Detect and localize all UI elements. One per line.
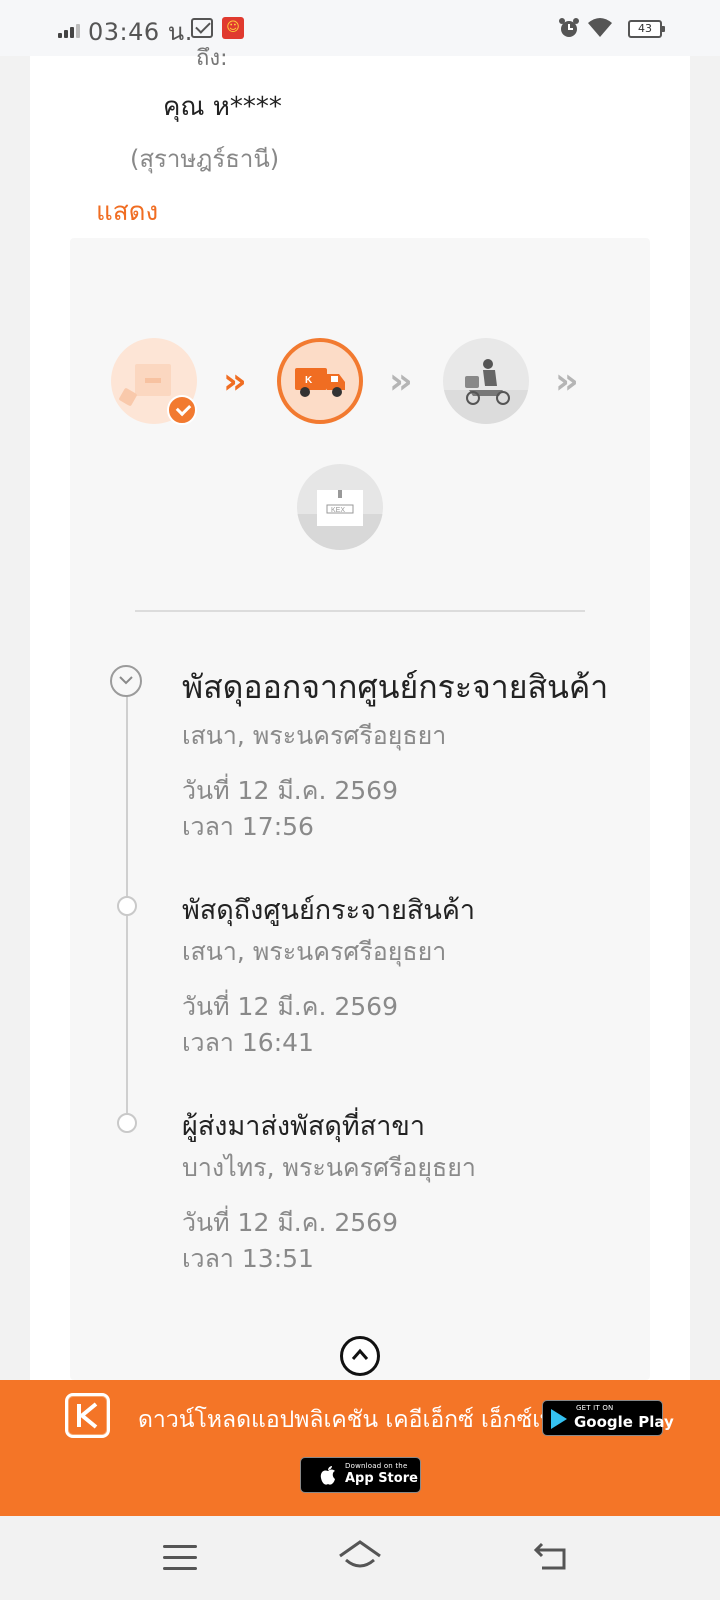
- status-time: 03:46 น.: [88, 18, 193, 46]
- chevron-right-icon: ››: [389, 361, 413, 402]
- chevron-right-icon: ››: [223, 361, 247, 402]
- delivery-scooter-icon: [443, 338, 529, 424]
- home-icon[interactable]: [337, 1538, 383, 1574]
- event-location: บางไทร, พระนครศรีอยุธยา: [182, 1153, 476, 1182]
- battery-icon: 43: [628, 20, 665, 38]
- signal-icon: [58, 22, 82, 38]
- app-store-button[interactable]: Download on the App Store: [300, 1457, 421, 1493]
- event-time: เวลา 17:56: [182, 812, 314, 841]
- timeline-dot: [117, 896, 137, 916]
- event-time: เวลา 16:41: [182, 1028, 314, 1057]
- event-time: เวลา 13:51: [182, 1244, 314, 1273]
- check-icon: [167, 395, 197, 425]
- google-play-icon: [551, 1409, 567, 1429]
- delivery-truck-icon: K: [277, 338, 363, 424]
- event-title: พัสดุออกจากศูนย์กระจายสินค้า: [182, 668, 609, 706]
- timeline-dot: [117, 1113, 137, 1133]
- chevron-up-icon: [351, 1348, 369, 1360]
- alarm-icon: [559, 18, 579, 37]
- box-label: KEX: [331, 507, 345, 514]
- wifi-icon: [588, 18, 612, 37]
- svg-text:K: K: [305, 375, 313, 386]
- google-play-button[interactable]: GET IT ON Google Play: [542, 1400, 674, 1436]
- google-play-small-text: GET IT ON: [576, 1404, 614, 1412]
- event-title: พัสดุถึงศูนย์กระจายสินค้า: [182, 895, 476, 926]
- banner-text: ดาวน์โหลดแอปพลิเคชัน เคอีเอ็กซ์ เอ็กซ์เพ…: [138, 1407, 582, 1433]
- event-location: เสนา, พระนครศรีอยุธยา: [182, 937, 447, 966]
- event-location: เสนา, พระนครศรีอยุธยา: [182, 721, 447, 750]
- mail-notification-icon: [191, 18, 213, 38]
- status-bar: 03:46 น. ☺ 43: [0, 0, 720, 56]
- event-date: วันที่ 12 มี.ค. 2569: [182, 776, 398, 805]
- chevron-down-icon: [119, 676, 133, 685]
- menu-icon[interactable]: [163, 1543, 197, 1571]
- show-details-link[interactable]: แสดง: [96, 191, 158, 232]
- chevron-right-icon: ››: [555, 361, 579, 402]
- back-icon[interactable]: [532, 1540, 568, 1572]
- app-store-label: App Store: [345, 1471, 418, 1486]
- event-title: ผู้ส่งมาส่งพัสดุที่สาขา: [182, 1111, 425, 1142]
- kex-logo: [65, 1393, 110, 1438]
- event-date: วันที่ 12 มี.ค. 2569: [182, 992, 398, 1021]
- app-notification-icon: ☺: [222, 17, 244, 39]
- apple-icon: [320, 1466, 335, 1485]
- recipient-name: คุณ ห****: [163, 92, 282, 122]
- collapse-up-button[interactable]: [340, 1336, 380, 1376]
- recipient-province: (สุราษฎร์ธานี): [130, 145, 280, 173]
- event-date: วันที่ 12 มี.ค. 2569: [182, 1208, 398, 1237]
- collapse-timeline-button[interactable]: [110, 665, 142, 697]
- divider: [135, 610, 585, 612]
- parcel-delivered-icon: KEX: [297, 464, 383, 550]
- app-store-small-text: Download on the: [345, 1462, 408, 1470]
- google-play-label: Google Play: [574, 1413, 674, 1431]
- recipient-label: ถึง:: [196, 46, 228, 71]
